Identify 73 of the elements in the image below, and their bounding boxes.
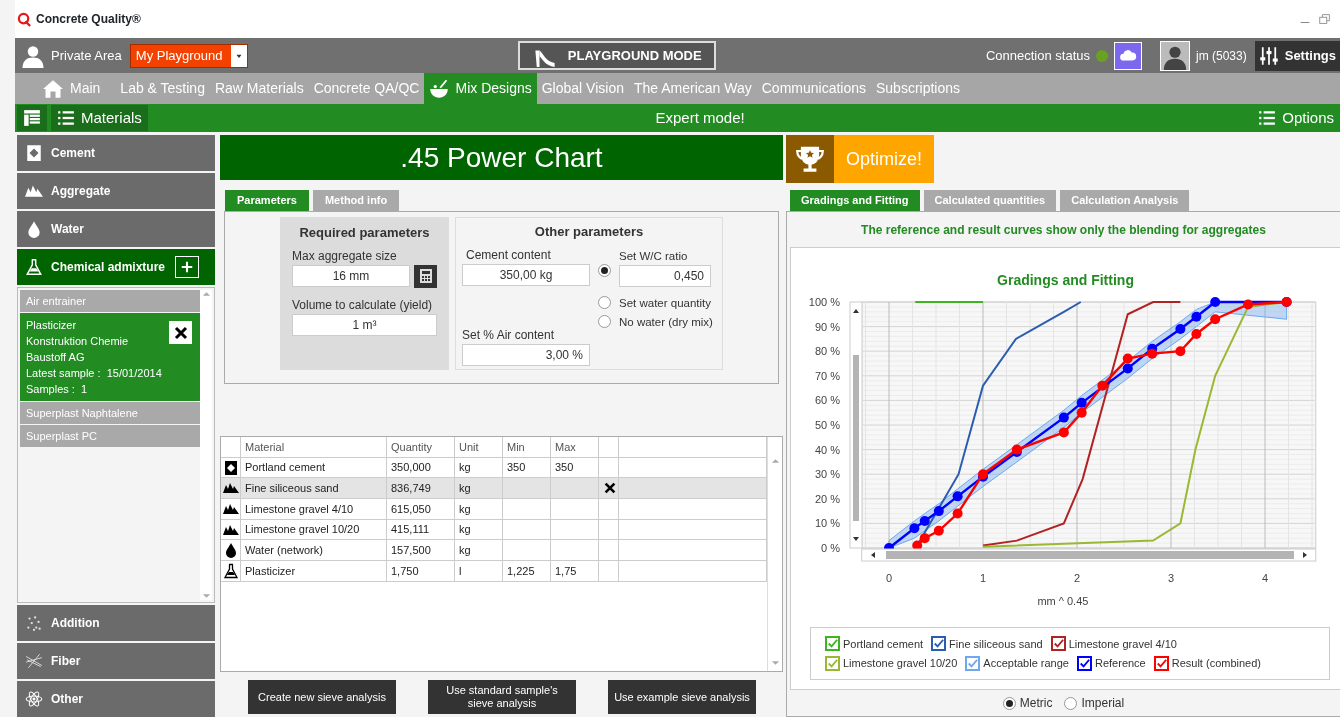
page-title: .45 Power Chart (220, 135, 783, 180)
axis-tick-label: 2 (1073, 572, 1081, 584)
column-header: Quantity (387, 437, 455, 458)
axis-tick-label: 1 (979, 572, 987, 584)
legend-label: Fine siliceous sand (949, 636, 1043, 652)
table-cell: Limestone gravel 4/10 (241, 499, 387, 520)
axis-tick-label: 4 (1261, 572, 1269, 584)
field-label: Set % Air content (462, 326, 556, 344)
axis-tick-label: 10 % (814, 517, 840, 530)
table-cell: l (455, 561, 503, 582)
table-cell: 615,050 (387, 499, 455, 520)
field-label: Cement content (465, 246, 552, 264)
legend-label: Limestone gravel 10/20 (843, 656, 958, 671)
field-label: Volume to calculate (yield) (292, 296, 434, 314)
option-label: Imperial (1081, 695, 1125, 712)
option-label: Set water quantity (619, 295, 712, 311)
chart-title: Gradings and Fitting (996, 271, 1135, 290)
column-header: Unit (455, 437, 503, 458)
section-title: Required parameters (298, 224, 431, 242)
axis-tick-label: 0 % (821, 542, 840, 554)
axis-tick-label: 50 % (814, 419, 840, 431)
axis-tick-label: 3 (1167, 572, 1175, 584)
legend-label: Result (combined) (1171, 656, 1261, 671)
axis-tick-label: 100 % (808, 296, 840, 308)
table-cell: 1,750 (387, 561, 455, 582)
column-header: Material (241, 437, 387, 458)
column-header: Max (551, 437, 599, 458)
option-label: Set W/C ratio (619, 248, 689, 264)
table-cell: 836,749 (387, 478, 455, 500)
column-header: Min (503, 437, 551, 458)
mode-text: Expert mode! (654, 107, 746, 128)
axis-tick-label: 70 % (814, 369, 840, 382)
axis-title: mm ^ 0.45 (1037, 595, 1089, 607)
connection-status-label: Connection status (985, 46, 1091, 65)
legend-label: Acceptable range (983, 656, 1069, 671)
admixture-detail: Konstruktion Chemie (26, 334, 129, 349)
table-cell: kg (455, 478, 503, 500)
option-label: No water (dry mix) (619, 315, 713, 330)
legend-label: Limestone gravel 4/10 (1068, 636, 1177, 652)
axis-tick-label: 30 % (814, 468, 840, 481)
window-title: Concrete Quality® (36, 11, 141, 28)
option-label: Metric (1019, 695, 1053, 712)
section-title: Other parameters (533, 223, 645, 241)
table-cell: Water (network) (241, 540, 387, 562)
table-cell: 415,111 (387, 519, 455, 541)
axis-tick-label: 20 % (814, 492, 840, 505)
table-cell: kg (455, 540, 503, 562)
admixture-detail: Samples : 1 (26, 382, 88, 397)
legend-label: Reference (1095, 656, 1146, 671)
field-label: Max aggregate size (292, 247, 398, 265)
axis-tick-label: 60 % (814, 394, 840, 407)
table-cell: 157,500 (387, 540, 455, 562)
admixture-name: Plasticizer (26, 318, 77, 333)
axis-tick-label: 0 (885, 572, 893, 584)
table-cell: Limestone gravel 10/20 (241, 519, 387, 541)
private-area-label: Private Area (51, 46, 122, 65)
admixture-detail: Latest sample : 15/01/2014 (26, 366, 162, 381)
admixture-name: Air entrainer (26, 294, 86, 309)
user-name: jm (5033) (1196, 47, 1247, 65)
info-text: The reference and result curves show only the blending for aggregates (860, 221, 1267, 239)
table-cell: 1,225 (503, 561, 551, 582)
admixture-name: Superplast Naphtalene (26, 406, 138, 421)
table-cell: kg (455, 519, 503, 541)
legend-label: Portland cement (843, 636, 924, 652)
table-cell: Fine siliceous sand (241, 478, 387, 500)
table-cell: kg (455, 499, 503, 520)
axis-tick-label: 40 % (814, 443, 840, 456)
axis-tick-label: 90 % (814, 320, 840, 333)
table-cell: Plasticizer (241, 561, 387, 582)
admixture-detail: Baustoff AG (26, 350, 85, 365)
axis-tick-label: 80 % (814, 345, 840, 358)
admixture-name: Superplast PC (26, 429, 97, 444)
table-cell: 1,75 (551, 561, 599, 582)
